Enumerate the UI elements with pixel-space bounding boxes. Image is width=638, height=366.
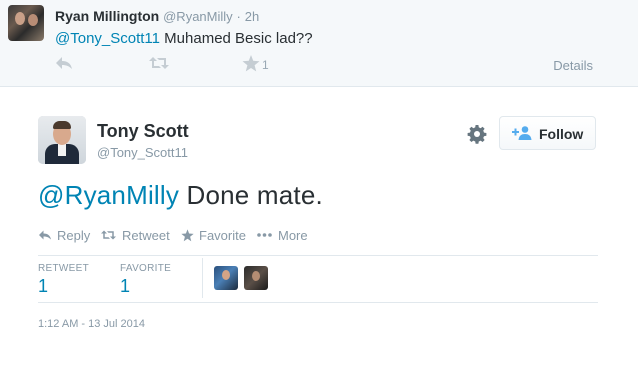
stats-divider-top (38, 255, 598, 256)
main-author-name[interactable]: Tony Scott (97, 121, 189, 142)
main-body-text: Done mate. (179, 180, 323, 210)
follow-button[interactable]: Follow (499, 116, 596, 150)
retweet-icon[interactable] (149, 55, 169, 77)
favorite-stat-label: FAVORITE (120, 263, 172, 274)
gear-icon[interactable] (467, 124, 487, 144)
favoriter-face (222, 270, 230, 280)
favoriter-face (252, 271, 260, 281)
reply-author-name[interactable]: Ryan Millington (55, 8, 159, 24)
ryan-millington-avatar[interactable] (8, 5, 44, 41)
favoriter-avatar[interactable] (214, 266, 238, 290)
avatar-collar (58, 144, 66, 156)
retweet-icon (101, 230, 116, 240)
avatar-face (15, 12, 25, 25)
more-action-label: More (278, 228, 308, 243)
follow-button-label: Follow (539, 126, 584, 142)
star-icon[interactable] (242, 55, 260, 78)
main-mention-link[interactable]: @RyanMilly (38, 180, 179, 210)
reply-tweet-text: @Tony_Scott11 Muhamed Besic lad?? (55, 30, 313, 47)
favorite-stat-count[interactable]: 1 (120, 276, 130, 297)
favoriter-avatar[interactable] (244, 266, 268, 290)
reply-icon (39, 230, 51, 240)
avatar-face (28, 14, 38, 26)
reply-icon[interactable] (55, 55, 73, 77)
reply-separator: · (236, 9, 241, 24)
reply-favorite-count: 1 (262, 58, 269, 72)
retweet-action-label: Retweet (122, 228, 170, 243)
tweet-timestamp[interactable]: 1:12 AM - 13 Jul 2014 (38, 318, 145, 330)
reply-tweet-actions: 1 Details (55, 55, 605, 75)
reply-tweet[interactable]: Ryan Millington @RyanMilly · 2h @Tony_Sc… (0, 0, 638, 87)
main-tweet-text: @RyanMilly Done mate. (38, 180, 323, 211)
reply-time[interactable]: 2h (245, 9, 259, 24)
reply-mention-link[interactable]: @Tony_Scott11 (55, 30, 160, 47)
star-icon (181, 229, 194, 242)
reply-action-label: Reply (57, 228, 91, 243)
reply-author-handle[interactable]: @RyanMilly (163, 9, 233, 24)
retweet-stat-count[interactable]: 1 (38, 276, 48, 297)
favorite-action-label: Favorite (199, 228, 246, 243)
reply-author-line: Ryan Millington @RyanMilly · 2h (55, 8, 259, 24)
retweet-stat-label: RETWEET (38, 263, 89, 274)
details-link[interactable]: Details (553, 58, 593, 73)
tony-scott-avatar[interactable] (38, 116, 86, 164)
stats-divider-bottom (38, 302, 598, 303)
main-author-handle[interactable]: @Tony_Scott11 (97, 145, 188, 160)
follow-person-icon (512, 125, 532, 141)
reply-body-text: Muhamed Besic lad?? (160, 30, 313, 47)
more-dots-icon (257, 233, 272, 237)
avatar-hair (53, 121, 71, 129)
stats-separator (202, 258, 203, 298)
